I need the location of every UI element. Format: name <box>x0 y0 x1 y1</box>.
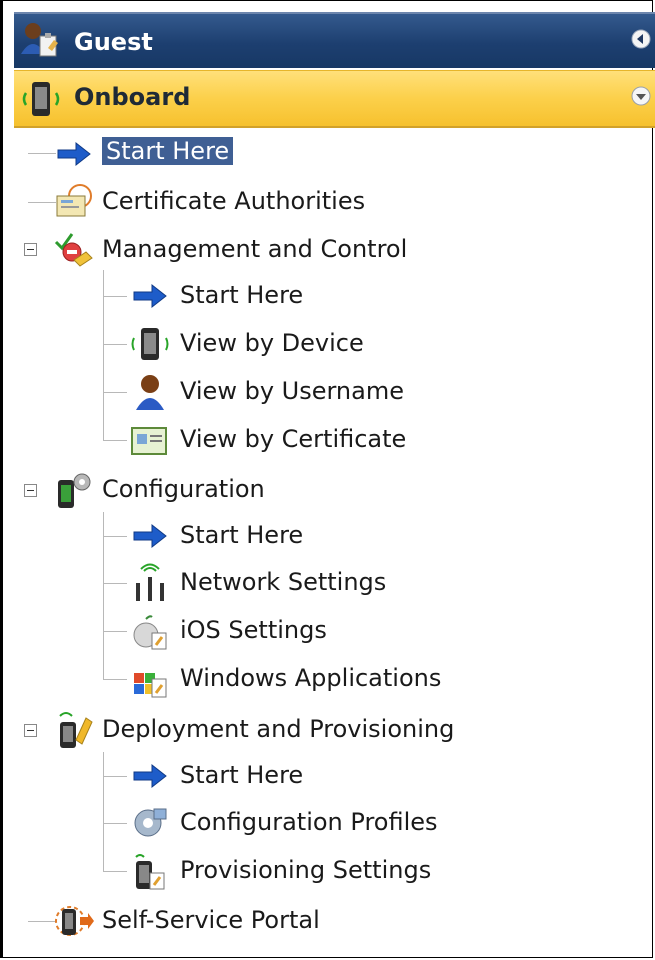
tree-item-configuration-profiles[interactable]: Configuration Profiles <box>128 803 468 843</box>
tree-item-management-and-control[interactable]: Management and Control <box>52 230 452 270</box>
provisioning-settings-icon <box>135 854 165 890</box>
tree-connector <box>103 344 127 345</box>
mobile-device-icon <box>22 82 60 116</box>
guest-panel-header[interactable]: Guest <box>14 12 655 68</box>
onboard-panel-header[interactable]: Onboard <box>14 70 655 128</box>
tree-connector <box>103 752 104 872</box>
tree-item-deployment-and-provisioning[interactable]: Deployment and Provisioning <box>52 710 482 750</box>
blue-arrow-icon <box>133 523 167 549</box>
collapse-toggle[interactable] <box>24 243 37 256</box>
blue-arrow-icon <box>57 141 91 167</box>
tree-item-label: iOS Settings <box>180 616 327 644</box>
tree-item-label: Self-Service Portal <box>102 906 320 934</box>
tree-connector <box>103 512 104 680</box>
network-antenna-icon <box>136 563 164 601</box>
tree-item-network-settings[interactable]: Network Settings <box>128 563 428 603</box>
tree-item-label: Deployment and Provisioning <box>102 715 455 743</box>
deployment-icon <box>59 712 93 748</box>
tree-item-label: Network Settings <box>180 568 387 596</box>
certificate-icon <box>131 427 167 455</box>
tree-item-label: Start Here <box>180 281 304 309</box>
self-service-portal-icon <box>55 906 94 936</box>
collapse-toggle[interactable] <box>24 724 37 737</box>
management-control-icon <box>54 233 93 267</box>
collapse-toggle[interactable] <box>24 484 37 497</box>
tree-item-label: Management and Control <box>102 235 408 263</box>
blue-arrow-icon <box>133 763 167 789</box>
tree-item-view-by-device[interactable]: View by Device <box>128 324 388 364</box>
windows-apps-icon <box>134 673 167 698</box>
onboard-panel-title: Onboard <box>74 83 191 111</box>
tree-item-label: Start Here <box>180 761 304 789</box>
tree-item-label: Certificate Authorities <box>102 187 366 215</box>
tree-item-start-here[interactable]: Start Here <box>52 134 262 174</box>
tree-connector <box>103 296 127 297</box>
tree-item-label: Configuration Profiles <box>180 808 438 836</box>
tree-connector <box>103 440 127 441</box>
collapse-left-icon[interactable] <box>631 29 651 49</box>
tree-item-self-service-portal[interactable]: Self-Service Portal <box>52 901 372 941</box>
certificate-authority-icon <box>56 184 92 217</box>
tree-connector <box>103 583 127 584</box>
tree-item-provisioning-settings[interactable]: Provisioning Settings <box>128 851 468 891</box>
tree-connector <box>103 536 127 537</box>
tree-item-configuration-start-here[interactable]: Start Here <box>128 516 328 556</box>
tree-item-configuration[interactable]: Configuration <box>52 470 312 510</box>
tree-item-label: View by Device <box>180 329 364 357</box>
expand-down-icon[interactable] <box>631 86 651 106</box>
tree-connector <box>103 871 127 872</box>
tree-connector <box>103 823 127 824</box>
tree-item-deployment-start-here[interactable]: Start Here <box>128 756 328 796</box>
apple-settings-icon <box>133 615 167 650</box>
tree-item-label: View by Username <box>180 377 404 405</box>
tree-connector <box>103 392 127 393</box>
tree-item-view-by-username[interactable]: View by Username <box>128 372 428 412</box>
mobile-device-icon <box>131 328 169 360</box>
tree-connector <box>103 776 127 777</box>
device-settings-icon <box>58 473 91 508</box>
tree-item-label: Configuration <box>102 475 265 503</box>
guest-panel-title: Guest <box>74 28 153 56</box>
tree-item-label: View by Certificate <box>180 425 407 453</box>
tree-item-label: Provisioning Settings <box>180 856 432 884</box>
tree-connector <box>103 631 127 632</box>
tree-item-ios-settings[interactable]: iOS Settings <box>128 611 368 651</box>
tree-item-certificate-authorities[interactable]: Certificate Authorities <box>52 182 412 222</box>
tree-connector <box>103 679 127 680</box>
user-icon <box>136 375 164 410</box>
tree-item-label: Start Here <box>102 137 234 165</box>
tree-item-view-by-certificate[interactable]: View by Certificate <box>128 420 448 460</box>
configuration-profile-icon <box>134 808 167 837</box>
blue-arrow-icon <box>133 283 167 309</box>
tree-item-windows-applications[interactable]: Windows Applications <box>128 659 468 699</box>
tree-item-label: Windows Applications <box>180 664 442 692</box>
tree-item-label: Start Here <box>180 521 304 549</box>
tree-item-management-start-here[interactable]: Start Here <box>128 276 328 316</box>
guest-user-icon <box>21 23 58 57</box>
